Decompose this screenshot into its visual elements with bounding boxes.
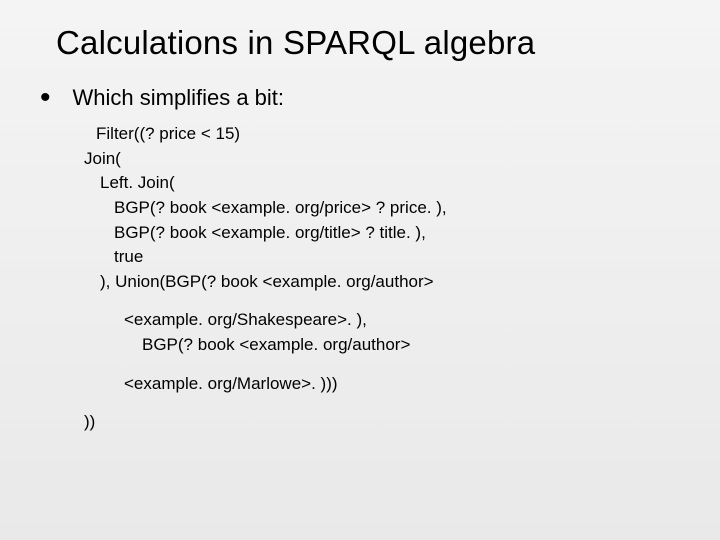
code-line: BGP(? book <example. org/title> ? title.… [114,221,680,246]
code-line: BGP(? book <example. org/price> ? price.… [114,196,680,221]
bullet-item: • Which simplifies a bit: [40,84,680,112]
code-line: ), Union(BGP(? book <example. org/author… [100,270,680,295]
code-line: Join( [84,147,680,172]
code-line: Left. Join( [100,171,680,196]
code-line: true [114,245,680,270]
bullet-text: Which simplifies a bit: [73,84,285,112]
code-block: Filter((? price < 15) Join( Left. Join( … [56,122,680,435]
slide-body: • Which simplifies a bit: Filter((? pric… [56,84,680,435]
code-line: )) [84,410,680,435]
slide: Calculations in SPARQL algebra • Which s… [0,0,720,540]
code-line: <example. org/Shakespeare>. ), [124,308,680,333]
code-line: <example. org/Marlowe>. ))) [124,372,680,397]
slide-title: Calculations in SPARQL algebra [56,24,680,62]
code-line: Filter((? price < 15) [96,122,680,147]
bullet-dot-icon: • [40,88,51,108]
code-line: BGP(? book <example. org/author> [142,333,680,358]
